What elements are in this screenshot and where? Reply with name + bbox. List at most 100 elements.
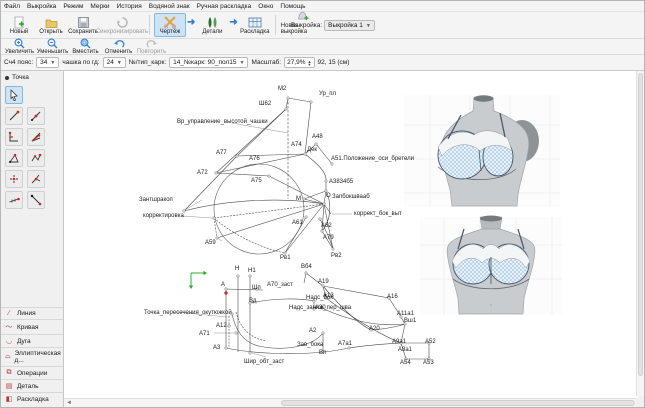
point-label: А19 [318, 279, 329, 285]
undo-button[interactable]: Отменить [102, 38, 135, 55]
menu-item[interactable]: Выкройка [27, 3, 56, 10]
tool-cursor[interactable] [5, 86, 23, 104]
point-label: Рв2 [331, 253, 342, 259]
toolbar-separator [149, 15, 150, 35]
section-label: Дуга [17, 338, 31, 345]
wire-type-dropdown[interactable]: 14_№карк: 90_пол15 ▼ [169, 57, 248, 68]
point-label: М [296, 196, 301, 202]
cursor-arrow-icon [8, 89, 20, 101]
section-point-header[interactable]: Точка [1, 71, 63, 84]
point-label: Вр_управление_высотой_чашки [177, 119, 268, 125]
new-button[interactable]: Новый [3, 13, 35, 37]
diagonal-tool-icon [30, 194, 42, 206]
point-label: Рв1 [280, 255, 291, 261]
draw-mode-button[interactable]: Чертёж [154, 13, 186, 37]
sidebar-section-Операции[interactable]: ⧉Операции [1, 366, 63, 379]
details-mode-label: Детали [202, 29, 222, 35]
zoom-out-button[interactable]: Уменьшить [36, 38, 69, 55]
scale-value: 27,9% [287, 59, 305, 66]
bullet-icon [5, 76, 9, 80]
tool-segment-intersect[interactable] [5, 191, 23, 209]
zoom-in-button[interactable]: Увеличить [3, 38, 36, 55]
pattern-dropdown-value: Выкройка 1 [328, 22, 363, 29]
cup-size-value: 24 [107, 59, 114, 66]
tool-point-along-line[interactable] [27, 107, 45, 125]
spinner-arrows-icon: ▲▼ [308, 60, 312, 66]
pattern-dropdown[interactable]: Выкройка 1 ▼ [324, 20, 375, 31]
triangle-tool-icon [8, 152, 20, 164]
tool-triangle-point[interactable] [27, 149, 45, 167]
tool-line-intersect-axis[interactable] [27, 191, 45, 209]
tool-point-at-distance-angle[interactable] [5, 107, 23, 125]
ticked-line-icon [8, 194, 20, 206]
synchronize-button[interactable]: Синхронизировать [99, 13, 145, 37]
save-label: Сохранить [68, 29, 98, 35]
scale-spinner[interactable]: 27,9% ▲▼ [284, 57, 314, 68]
undo-arrow-icon [113, 38, 125, 49]
tool-shoulder-point[interactable] [5, 149, 23, 167]
sidebar-sections: ∕Линия〜Кривая◡Дуга⌓Эллиптическая д...⧉Оп… [1, 307, 63, 405]
point-label: А70_заст [267, 282, 293, 288]
point-label: А77 [216, 150, 227, 156]
save-button[interactable]: Сохранить [67, 13, 99, 37]
point-label: Вб4 [301, 264, 312, 270]
sidebar-section-Эллиптическая д...[interactable]: ⌓Эллиптическая д... [1, 347, 63, 366]
sidebar-section-Раскладка[interactable]: ◧Раскладка [1, 392, 63, 405]
menu-item[interactable]: Режим [63, 3, 83, 10]
sync-label: Синхронизировать [96, 29, 148, 35]
menu-item[interactable]: История [117, 3, 142, 10]
cup-size-dropdown[interactable]: 24 ▼ [103, 57, 126, 68]
point-label: Зантшракоп [139, 197, 173, 203]
point-label: А53 [423, 360, 434, 366]
point-label: А7а1 [338, 341, 352, 347]
horizontal-scroll-thumb[interactable] [281, 400, 635, 406]
section-icon: ⌓ [5, 353, 11, 361]
tool-height-point[interactable] [27, 170, 45, 188]
line-tool-icon [8, 110, 20, 122]
flow-arrow-icon: ➜ [187, 17, 195, 28]
sidebar-section-Линия[interactable]: ∕Линия [1, 307, 63, 319]
sidebar-section-Дуга[interactable]: ◡Дуга [1, 334, 63, 347]
horizontal-scrollbar[interactable]: ◄ [64, 398, 636, 407]
section-label: Деталь [17, 383, 39, 390]
drawing-canvas[interactable]: М2Ур_плШ62Вр_управление_высотой_чашкиА48… [64, 71, 638, 398]
layout-mode-button[interactable]: Раскладка [239, 13, 271, 37]
belt-size-dropdown[interactable]: 34 ▼ [36, 57, 59, 68]
zoom-fit-button[interactable]: Вместить [69, 38, 102, 55]
menu-item[interactable]: Ручная раскладка [197, 3, 252, 10]
point-label: А20 [369, 326, 380, 332]
scroll-left-icon[interactable]: ◄ [66, 399, 72, 408]
line-midpoint-icon [30, 110, 42, 122]
section-label: Линия [17, 310, 36, 317]
pattern-selector: Выкройка: Выкройка 1 ▼ [291, 20, 375, 31]
menu-item[interactable]: Водяной знак [149, 3, 190, 10]
cup-size-label: чашка по гд: [62, 59, 99, 66]
point-label: А71 [199, 331, 210, 337]
point-label: Дек [307, 147, 317, 153]
tool-bisector-point[interactable] [27, 128, 45, 146]
menu-item[interactable]: Мерки [90, 3, 109, 10]
toolbar-separator [275, 15, 276, 35]
point-label: А54 [400, 360, 411, 366]
menu-item[interactable]: Окно [258, 3, 273, 10]
sidebar-section-Кривая[interactable]: 〜Кривая [1, 319, 63, 334]
point-label: Ш62 [259, 101, 271, 107]
redo-button[interactable]: Повторить [135, 38, 168, 55]
point-label: Ур_пл [319, 91, 336, 97]
point-label: А11а1 [397, 311, 414, 317]
point-label: Шп [252, 285, 261, 291]
menu-item[interactable]: Файл [4, 3, 20, 10]
chevron-down-icon: ▼ [366, 23, 371, 29]
sidebar-section-Деталь[interactable]: ▤Деталь [1, 379, 63, 392]
tool-point-of-intersection[interactable] [5, 170, 23, 188]
open-label: Открыть [39, 29, 63, 35]
vertical-scrollbar[interactable] [636, 71, 644, 396]
vertical-scroll-thumb[interactable] [638, 73, 643, 376]
menu-item[interactable]: Помощь [280, 3, 305, 10]
tool-perpendicular-point[interactable] [5, 128, 23, 146]
zoom-toolbar: Увеличить Уменьшить Вместить Отменить По… [1, 39, 644, 55]
chevron-down-icon: ▼ [240, 60, 245, 66]
point-label: А79 [323, 235, 334, 241]
open-button[interactable]: Открыть [35, 13, 67, 37]
details-mode-button[interactable]: Детали [196, 13, 228, 37]
